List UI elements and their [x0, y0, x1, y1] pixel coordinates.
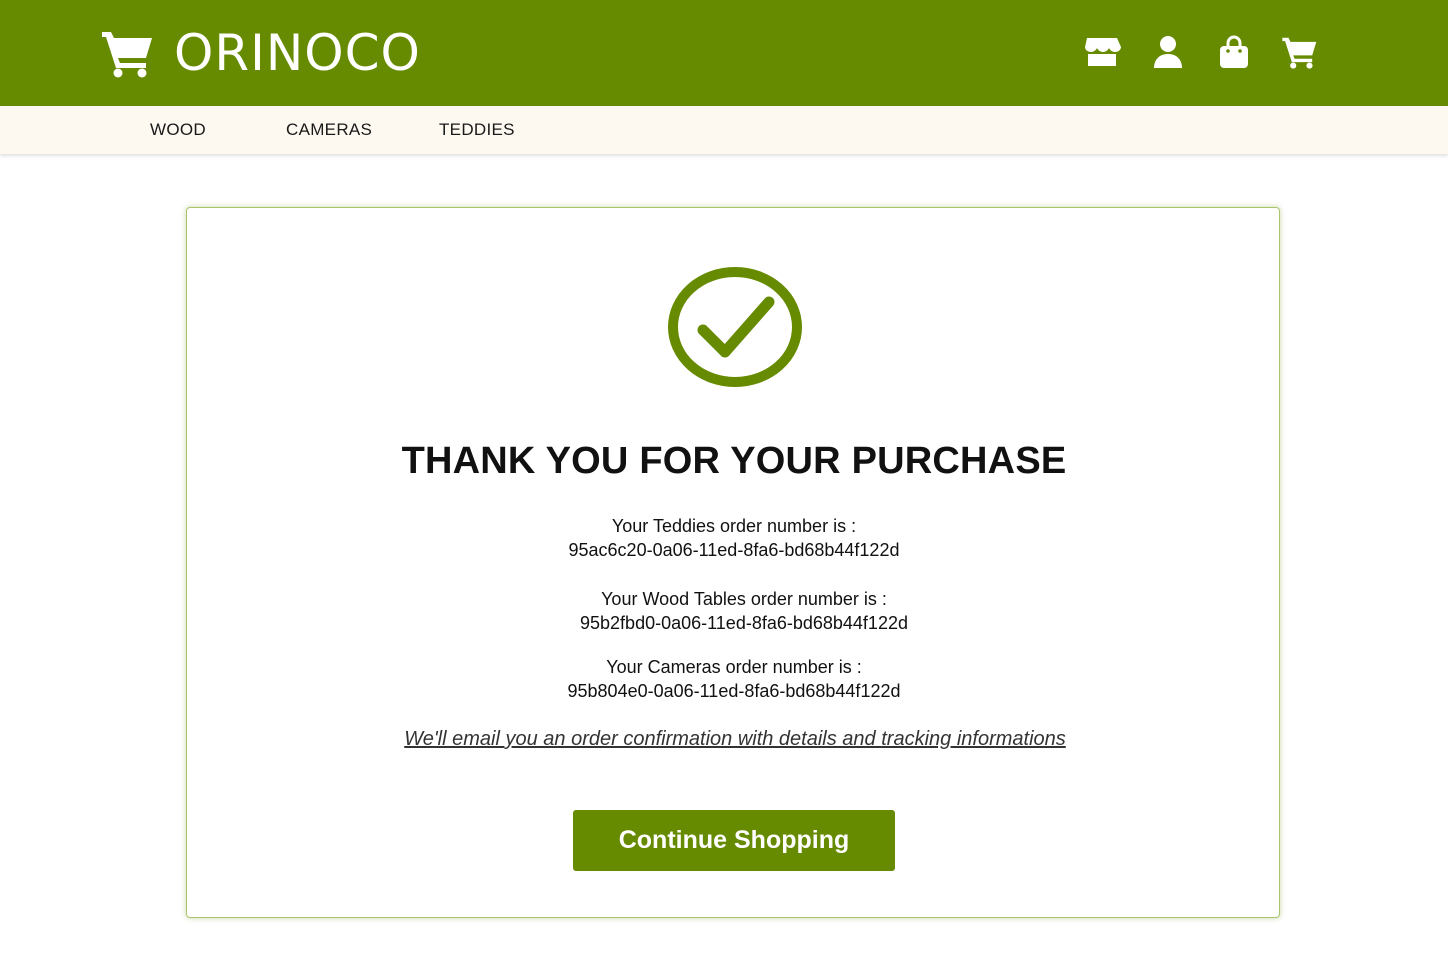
order-label: Your Cameras order number is :: [606, 657, 862, 677]
order-label: Your Wood Tables order number is :: [601, 589, 887, 609]
user-icon[interactable]: [1148, 32, 1188, 72]
order-number: 95b804e0-0a06-11ed-8fa6-bd68b44f122d: [567, 681, 901, 701]
order-number: 95b2fbd0-0a06-11ed-8fa6-bd68b44f122d: [580, 613, 908, 633]
order-number: 95ac6c20-0a06-11ed-8fa6-bd68b44f122d: [568, 540, 900, 560]
shopping-cart-icon: [100, 28, 156, 78]
store-icon[interactable]: [1082, 32, 1122, 72]
cart-icon[interactable]: [1280, 32, 1320, 72]
order-wood-tables: Your Wood Tables order number is : 95b2f…: [187, 587, 1301, 635]
top-header: ORINOCO: [0, 0, 1448, 106]
brand-logo-link[interactable]: ORINOCO: [100, 26, 421, 80]
category-teddies[interactable]: TEDDIES: [439, 106, 515, 154]
order-teddies: Your Teddies order number is : 95ac6c20-…: [187, 514, 1281, 562]
category-wood[interactable]: WOOD: [150, 106, 206, 154]
shopping-bag-icon[interactable]: [1214, 32, 1254, 72]
confirmation-card: THANK YOU FOR YOUR PURCHASE Your Teddies…: [186, 207, 1280, 918]
header-icon-nav: [1056, 32, 1320, 72]
thank-you-title: THANK YOU FOR YOUR PURCHASE: [401, 440, 1067, 482]
check-circle-icon: [667, 266, 803, 393]
category-nav: WOOD CAMERAS TEDDIES: [0, 106, 1448, 154]
category-cameras[interactable]: CAMERAS: [286, 106, 372, 154]
brand-name: ORINOCO: [174, 24, 421, 82]
order-label: Your Teddies order number is :: [611, 516, 857, 536]
email-confirmation-link[interactable]: We'll email you an order confirmation wi…: [187, 728, 1283, 751]
continue-shopping-button[interactable]: Continue Shopping: [573, 810, 895, 871]
order-cameras: Your Cameras order number is : 95b804e0-…: [187, 655, 1281, 703]
